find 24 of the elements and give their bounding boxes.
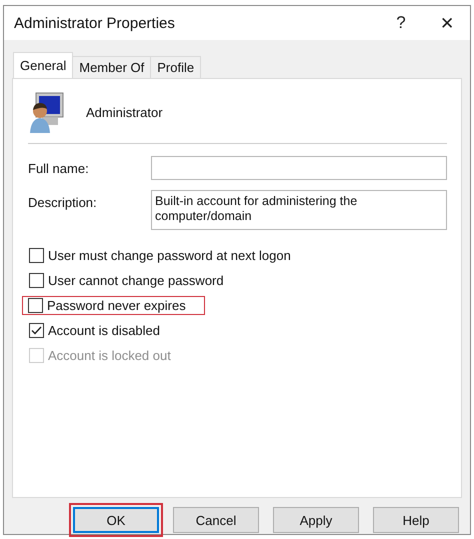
dialog-button[interactable]: Help [373, 507, 459, 533]
close-button[interactable]: ✕ [424, 6, 470, 40]
dialog-button[interactable]: Cancel [173, 507, 259, 533]
checkbox-label: Account is disabled [48, 323, 160, 338]
user-name: Administrator [86, 104, 163, 120]
field-label: Full name: [28, 160, 90, 176]
dialog-button[interactable]: OK [73, 507, 159, 533]
checkbox[interactable] [29, 248, 44, 263]
input-field[interactable] [151, 156, 447, 180]
checkbox-label: User cannot change password [48, 273, 224, 288]
tab[interactable]: General [13, 52, 74, 78]
checkbox[interactable] [29, 273, 44, 288]
help-button[interactable]: ? [378, 6, 424, 40]
user-computer-icon [28, 91, 64, 133]
checkbox-label: User must change password at next logon [48, 248, 291, 263]
checkbox[interactable] [29, 323, 44, 338]
input-field[interactable]: Built-in account for administering the computer/domain [151, 190, 447, 230]
checkbox-label: Password never expires [47, 298, 186, 313]
checkbox[interactable] [28, 298, 43, 313]
dialog-button[interactable]: Apply [273, 507, 359, 533]
checkbox-label: Account is locked out [48, 348, 171, 363]
window-title: Administrator Properties [14, 14, 176, 32]
tab[interactable]: Profile [150, 56, 202, 78]
field-label: Description: [28, 194, 98, 210]
